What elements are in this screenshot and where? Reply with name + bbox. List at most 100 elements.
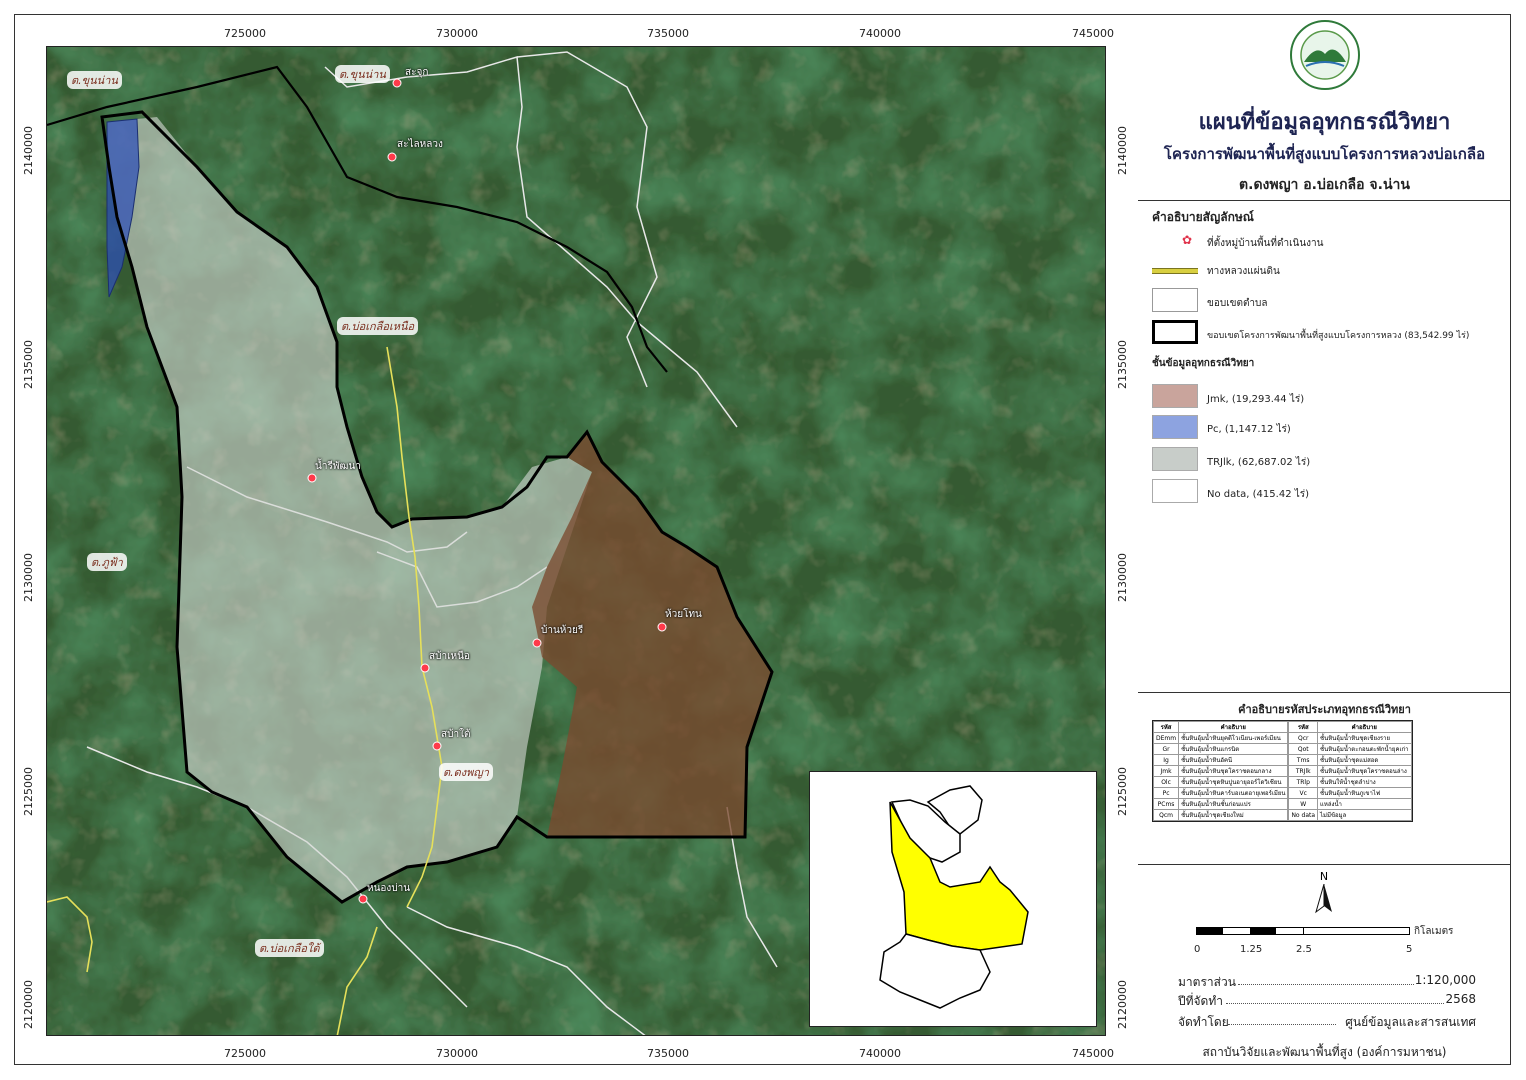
- x-tick: 745000: [1072, 27, 1114, 40]
- legend-subdistrict-label: ขอบเขตตำบล: [1207, 298, 1268, 309]
- location-line: ต.ดงพญา อ.บ่อเกลือ จ.น่าน: [1239, 177, 1410, 193]
- scale-tick: 5: [1406, 944, 1413, 955]
- x-tick: 725000: [224, 1047, 266, 1060]
- col-desc-header: คำอธิบาย: [1317, 721, 1412, 733]
- code-row: Gr ชั้นหินอุ้มน้ำหินแกรนิต: [1152, 743, 1289, 755]
- by-label: จัดทำโดย: [1178, 1015, 1229, 1029]
- village-marker[interactable]: [657, 622, 667, 632]
- village-marker[interactable]: [420, 663, 430, 673]
- code-row: Qcm ชั้นหินอุ้มน้ำชุดเชียงใหม่: [1152, 809, 1289, 821]
- pc-swatch: [1152, 415, 1198, 439]
- desc-cell: ชั้นหินอุ้มน้ำตะกอนตะพักน้ำยุคเก่า: [1317, 743, 1412, 755]
- code-row: W แหล่งน้ำ: [1288, 798, 1412, 810]
- north-label: N: [1319, 870, 1329, 883]
- code-row: Vc ชั้นหินอุ้มน้ำหินภูเขาไฟ: [1288, 787, 1412, 799]
- desc-cell: ชั้นหินอุ้มน้ำหินชุดโคราชตอนล่าง: [1317, 765, 1412, 777]
- legend-village-label: ที่ตั้งหมู่บ้านพื้นที่ดำเนินงาน: [1207, 238, 1324, 249]
- y-tick: 2125000: [22, 767, 35, 816]
- legend-layer-label: TRJlk, (62,687.02 ไร่): [1207, 457, 1311, 468]
- village-marker[interactable]: [307, 473, 317, 483]
- desc-cell: ชั้นหินอุ้มน้ำชุดหินปูนอายุออร์โดวิเชียน: [1178, 776, 1289, 788]
- tambon-label: ต.ขุนน่าน: [335, 65, 390, 83]
- desc-cell: ชั้นหินอุ้มน้ำชุดแม่สอด: [1317, 754, 1412, 766]
- x-tick: 725000: [224, 27, 266, 40]
- village-label: บ้านห้วยรี: [541, 625, 584, 636]
- subdistrict-symbol: [1152, 288, 1198, 312]
- legend-road-label: ทางหลวงแผ่นดิน: [1207, 266, 1280, 277]
- y-tick: 2120000: [1116, 980, 1129, 1029]
- y-tick: 2135000: [22, 340, 35, 389]
- org-logo: [1290, 20, 1360, 90]
- codes-table-wrap: รหัส คำอธิบาย DEmm ชั้นหินอุ้มน้ำหินยุคดีโ…: [1152, 720, 1413, 822]
- desc-cell: ชั้นหินอุ้มน้ำชุดเชียงใหม่: [1178, 809, 1289, 821]
- code-row: No data ไม่มีข้อมูล: [1288, 809, 1412, 821]
- x-tick: 745000: [1072, 1047, 1114, 1060]
- village-marker[interactable]: [432, 741, 442, 751]
- by-value: ศูนย์ข้อมูลและสารสนเทศ: [1345, 1015, 1476, 1029]
- desc-cell: ชั้นหินอุ้มน้ำหินชั้นก่อนแปร: [1178, 798, 1289, 810]
- road-symbol: [1152, 268, 1198, 274]
- legend-layer-label: Jmk, (19,293.44 ไร่): [1207, 394, 1305, 405]
- village-marker[interactable]: [532, 638, 542, 648]
- code-row: TRlp ชั้นหินให้น้ำชุดลำปาง: [1288, 776, 1412, 788]
- tambon-label: ต.บ่อเกลือเหนือ: [337, 317, 419, 335]
- leader-dots: [1228, 1024, 1336, 1025]
- village-marker[interactable]: [358, 894, 368, 904]
- desc-cell: ไม่มีข้อมูล: [1317, 809, 1412, 821]
- village-marker[interactable]: [387, 152, 397, 162]
- project-boundary-symbol: [1152, 320, 1198, 344]
- leader-dots: [1226, 1003, 1444, 1004]
- map-canvas[interactable]: ต.ขุนน่าน ต.ขุนน่าน ต.บ่อเกลือเหนือ ต.ภู…: [46, 46, 1106, 1036]
- code-cell: DEmm: [1152, 732, 1180, 744]
- col-code-header: รหัส: [1288, 721, 1319, 733]
- y-tick: 2140000: [22, 126, 35, 175]
- y-tick: 2140000: [1116, 126, 1129, 175]
- scale-unit: กิโลเมตร: [1414, 926, 1454, 937]
- code-cell: TRJlk: [1288, 765, 1319, 777]
- codes-table-right: รหัส คำอธิบาย Qcr ชั้นหินอุ้มน้ำหินชุดเชีย…: [1288, 721, 1412, 821]
- legend-layer-label: No data, (415.42 ไร่): [1207, 489, 1310, 500]
- layer-heading: ชั้นข้อมูลอุทกธรณีวิทยา: [1152, 358, 1255, 369]
- code-cell: Gr: [1152, 743, 1180, 755]
- desc-cell: แหล่งน้ำ: [1317, 798, 1412, 810]
- logo-icon: [1300, 30, 1350, 80]
- north-arrow-icon: [1315, 884, 1332, 914]
- trjlk-swatch: [1152, 447, 1198, 471]
- y-tick: 2130000: [22, 553, 35, 602]
- col-code-header: รหัส: [1152, 721, 1180, 733]
- village-label: ห้วยโทน: [665, 609, 702, 620]
- code-cell: Ig: [1152, 754, 1180, 766]
- x-tick: 735000: [647, 1047, 689, 1060]
- x-tick: 735000: [647, 27, 689, 40]
- y-tick: 2120000: [22, 980, 35, 1029]
- tambon-label: ต.ภูฟ้า: [87, 553, 127, 571]
- legend-layer-label: Pc, (1,147.12 ไร่): [1207, 424, 1291, 435]
- year-value: 2568: [1445, 992, 1476, 1006]
- village-label: สะจุก: [405, 67, 429, 78]
- code-cell: Tms: [1288, 754, 1319, 766]
- village-label: น้ำรีพัฒนา: [315, 461, 361, 472]
- code-cell: TRlp: [1288, 776, 1319, 788]
- desc-cell: ชั้นหินอุ้มน้ำหินอัคนี: [1178, 754, 1289, 766]
- x-tick: 740000: [859, 27, 901, 40]
- desc-cell: ชั้นหินอุ้มน้ำหินภูเขาไฟ: [1317, 787, 1412, 799]
- village-marker[interactable]: [392, 78, 402, 88]
- code-row: Tms ชั้นหินอุ้มน้ำชุดแม่สอด: [1288, 754, 1412, 766]
- tambon-label: ต.ดงพญา: [439, 763, 493, 781]
- legend-project-label: ขอบเขตโครงการพัฒนาพื้นที่สูงแบบโครงการหล…: [1207, 331, 1470, 341]
- code-cell: Qot: [1288, 743, 1319, 755]
- org-name: สถาบันวิจัยและพัฒนาพื้นที่สูง (องค์การมห…: [1202, 1045, 1447, 1059]
- scale-tick: 1.25: [1240, 944, 1263, 955]
- page-title: แผนที่ข้อมูลอุทกธรณีวิทยา: [1198, 110, 1451, 135]
- scale-tick: 0: [1194, 944, 1201, 955]
- desc-cell: ชั้นหินให้น้ำชุดลำปาง: [1317, 776, 1412, 788]
- tambon-label: ต.ขุนน่าน: [67, 71, 122, 89]
- desc-cell: ชั้นหินอุ้มน้ำหินยุคดีโวเนียน-เพอร์เมียน: [1178, 732, 1289, 744]
- code-row: PCms ชั้นหินอุ้มน้ำหินชั้นก่อนแปร: [1152, 798, 1289, 810]
- x-tick: 730000: [436, 1047, 478, 1060]
- code-cell: PCms: [1152, 798, 1180, 810]
- desc-cell: ชั้นหินอุ้มน้ำหินแกรนิต: [1178, 743, 1289, 755]
- code-row: DEmm ชั้นหินอุ้มน้ำหินยุคดีโวเนียน-เพอร์เ…: [1152, 732, 1289, 744]
- nodata-swatch: [1152, 479, 1198, 503]
- village-label: หนองบ่าน: [367, 883, 411, 894]
